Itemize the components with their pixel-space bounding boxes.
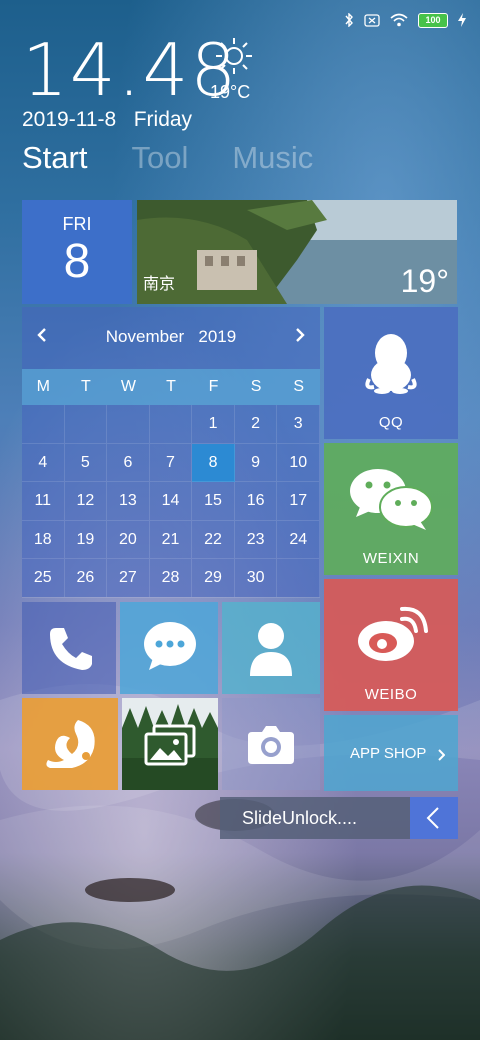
weibo-icon <box>358 606 428 661</box>
calendar-day[interactable]: 28 <box>149 559 193 598</box>
bluetooth-icon <box>345 13 353 27</box>
calendar-day[interactable]: 10 <box>277 443 320 482</box>
calendar-day[interactable]: 1 <box>192 405 235 444</box>
camera-icon <box>248 726 294 764</box>
calendar-day[interactable]: 14 <box>149 482 193 521</box>
calendar-widget: November 2019 M T W T F S S 1 2 3 4 5 6 7 8 9 10 1… <box>22 307 320 598</box>
calendar-day[interactable]: 13 <box>107 482 150 521</box>
calendar-day[interactable]: 18 <box>22 520 65 559</box>
weekday-label: S <box>293 378 305 395</box>
calendar-day[interactable]: 30 <box>234 559 278 598</box>
calendar-day <box>107 405 150 444</box>
gallery-tile[interactable] <box>122 698 218 790</box>
images-icon <box>144 724 196 766</box>
calendar-year: 2019 <box>198 327 237 346</box>
date-tile[interactable]: FRI 8 <box>22 200 132 304</box>
calendar-day <box>277 559 320 598</box>
status-bar: 100 <box>344 10 466 30</box>
photo-city: 南京 <box>143 276 176 293</box>
calendar-day[interactable]: 3 <box>277 405 320 444</box>
calendar-day <box>64 405 108 444</box>
calendar-day[interactable]: 11 <box>22 482 65 521</box>
calendar-day <box>149 405 193 444</box>
chevron-left-icon[interactable] <box>36 327 48 343</box>
calendar-day[interactable]: 20 <box>107 520 150 559</box>
app-shop-label: APP SHOP <box>350 745 427 762</box>
tab-bar: Start Tool Music <box>22 140 313 176</box>
contacts-tile[interactable] <box>222 602 320 694</box>
uc-browser-tile[interactable] <box>22 698 118 790</box>
wechat-icon <box>350 469 433 530</box>
photo-weather-tile[interactable]: 南京 19° <box>137 200 457 304</box>
calendar-weekdays: M T W T F S S <box>22 369 320 405</box>
calendar-grid: 1 2 3 4 5 6 7 8 9 10 11 12 13 14 15 16 17 18 19 20 21 22 23 24 2… <box>22 405 320 598</box>
weekday-label: T <box>80 378 91 395</box>
date-text: 2019-11-8 <box>22 108 117 131</box>
phone-icon <box>50 628 92 670</box>
weixin-tile[interactable]: WEIXIN <box>324 443 458 575</box>
weekday-label: W <box>120 378 136 395</box>
squirrel-icon <box>46 720 95 768</box>
calendar-day[interactable]: 16 <box>234 482 278 521</box>
calendar-day[interactable]: 23 <box>234 520 278 559</box>
clock-time: 14.48 <box>22 28 239 112</box>
tab-music[interactable]: Music <box>232 140 313 176</box>
chevron-right-icon[interactable] <box>294 327 306 343</box>
qq-tile[interactable]: QQ <box>324 307 458 439</box>
photo-temp: 19° <box>400 263 449 299</box>
calendar-day[interactable]: 6 <box>107 443 150 482</box>
chevron-right-icon <box>438 749 445 761</box>
slide-unlock-handle[interactable] <box>410 797 458 839</box>
phone-tile[interactable] <box>22 602 116 694</box>
calendar-header: November 2019 <box>22 327 320 347</box>
chat-bubble-icon <box>144 622 196 670</box>
charging-icon <box>458 13 466 27</box>
clock-date: 2019-11-8 Friday <box>22 108 192 132</box>
calendar-day[interactable]: 21 <box>149 520 193 559</box>
weibo-tile[interactable]: WEIBO <box>324 579 458 711</box>
calendar-day[interactable]: 29 <box>192 559 235 598</box>
date-tile-weekday: FRI <box>62 214 92 234</box>
weixin-label: WEIXIN <box>362 550 420 567</box>
wifi-icon <box>390 13 408 27</box>
calendar-day <box>22 405 65 444</box>
weekday-label: S <box>250 378 262 395</box>
weekday-label: F <box>208 378 219 395</box>
calendar-day[interactable]: 19 <box>64 520 108 559</box>
slide-unlock-track[interactable]: SlideUnlock.... <box>220 797 410 839</box>
calendar-day[interactable]: 9 <box>234 443 278 482</box>
calendar-day[interactable]: 4 <box>22 443 65 482</box>
calendar-day[interactable]: 24 <box>277 520 320 559</box>
camera-tile[interactable] <box>222 698 320 790</box>
calendar-day-today[interactable]: 8 <box>192 443 235 482</box>
calendar-day[interactable]: 26 <box>64 559 108 598</box>
calendar-day[interactable]: 25 <box>22 559 65 598</box>
calendar-day[interactable]: 12 <box>64 482 108 521</box>
weibo-label: WEIBO <box>364 686 418 703</box>
battery-indicator: 100 <box>418 12 448 28</box>
date-tile-day: 8 <box>63 235 91 288</box>
tab-tool[interactable]: Tool <box>131 140 188 176</box>
weekday-label: M <box>36 378 50 395</box>
app-shop-tile[interactable]: APP SHOP <box>324 715 458 791</box>
messages-tile[interactable] <box>120 602 218 694</box>
calendar-day[interactable]: 15 <box>192 482 235 521</box>
calendar-day[interactable]: 5 <box>64 443 108 482</box>
no-sim-icon <box>364 13 380 27</box>
calendar-day[interactable]: 2 <box>234 405 278 444</box>
tab-start[interactable]: Start <box>22 140 87 176</box>
calendar-day[interactable]: 22 <box>192 520 235 559</box>
weather-temperature: 19°C <box>210 82 251 102</box>
weekday-label: T <box>166 378 176 395</box>
calendar-month: November <box>105 327 185 346</box>
calendar-day[interactable]: 27 <box>107 559 150 598</box>
sun-icon <box>216 38 252 74</box>
calendar-day[interactable]: 17 <box>277 482 320 521</box>
person-icon <box>250 623 292 676</box>
chevron-left-icon <box>426 807 439 829</box>
penguin-icon <box>365 334 417 394</box>
calendar-day[interactable]: 7 <box>149 443 193 482</box>
qq-label: QQ <box>378 414 404 431</box>
weekday-text: Friday <box>133 108 193 131</box>
